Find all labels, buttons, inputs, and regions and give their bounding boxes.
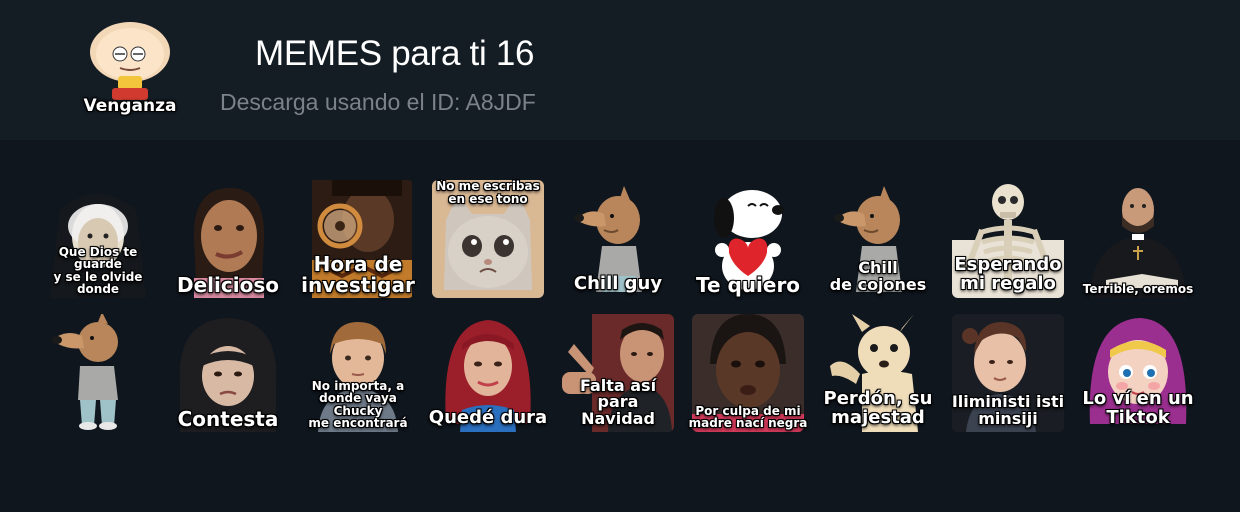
sticker-item[interactable]: Esperando mi regalo <box>948 176 1068 300</box>
sticker-caption: Hora de investigar <box>301 252 415 297</box>
sticker-item[interactable]: Terrible, oremos <box>1078 176 1198 300</box>
sticker-item[interactable]: Lo ví en un Tiktok <box>1078 310 1198 434</box>
sticker-caption: Delicioso <box>177 273 279 297</box>
pack-title: MEMES para ti 16 <box>255 34 535 73</box>
pack-header: Venganza MEMES para ti 16 Descarga usand… <box>0 0 1240 140</box>
chill-guy-dog-full-sticker <box>42 314 154 432</box>
sticker-caption: Te quiero <box>695 273 801 297</box>
priest-sticker <box>1082 180 1194 298</box>
sticker-item[interactable]: Contesta <box>168 310 288 434</box>
sticker-caption: Iliministi isti minsiji <box>951 392 1065 429</box>
sticker-caption: Chill de cojones <box>829 258 927 295</box>
sticker-caption: Terrible, oremos <box>1082 282 1194 297</box>
sticker-item[interactable]: No importa, a donde vaya Chucky me encon… <box>298 310 418 434</box>
sticker-grid: Que Dios te guarde y se le olvide donde … <box>38 176 1208 434</box>
sticker-caption: Lo ví en un Tiktok <box>1082 388 1194 429</box>
sticker-item[interactable]: Chill de cojones <box>818 176 938 300</box>
sticker-caption: Que Dios te guarde y se le olvide donde <box>53 244 143 297</box>
sticker-caption: No me escribas en ese tono <box>436 179 540 206</box>
sticker-item[interactable] <box>38 310 158 434</box>
sticker-item[interactable]: Que Dios te guarde y se le olvide donde <box>38 176 158 300</box>
sticker-caption: Chill guy <box>573 273 663 295</box>
sticker-item[interactable]: Delicioso <box>168 176 288 300</box>
pack-icon[interactable]: Venganza <box>78 18 182 122</box>
sticker-item[interactable]: Iliministi isti minsiji <box>948 310 1068 434</box>
sticker-caption: No importa, a donde vaya Chucky me encon… <box>308 378 408 431</box>
sticker-item[interactable]: Perdón, su majestad <box>818 310 938 434</box>
sticker-caption: Esperando mi regalo <box>954 254 1062 295</box>
sticker-caption: Por culpa de mi madre nací negra <box>688 403 808 431</box>
sticker-caption: Falta así para Navidad <box>579 375 657 429</box>
sticker-item[interactable]: Falta así para Navidad <box>558 310 678 434</box>
sticker-caption: Quedé dura <box>428 407 548 429</box>
sticker-caption: Contesta <box>177 407 279 431</box>
sticker-item[interactable]: Por culpa de mi madre nací negra <box>688 310 808 434</box>
sticker-caption: Perdón, su majestad <box>823 388 933 429</box>
sticker-item[interactable]: No me escribas en ese tono <box>428 176 548 300</box>
sticker-item[interactable]: Chill guy <box>558 176 678 300</box>
sticker-item[interactable]: Quedé dura <box>428 310 548 434</box>
pack-icon-label: Venganza <box>83 96 177 116</box>
sticker-item[interactable]: Te quiero <box>688 176 808 300</box>
pack-subtitle: Descarga usando el ID: A8JDF <box>220 89 536 115</box>
sticker-item[interactable]: Hora de investigar <box>298 176 418 300</box>
